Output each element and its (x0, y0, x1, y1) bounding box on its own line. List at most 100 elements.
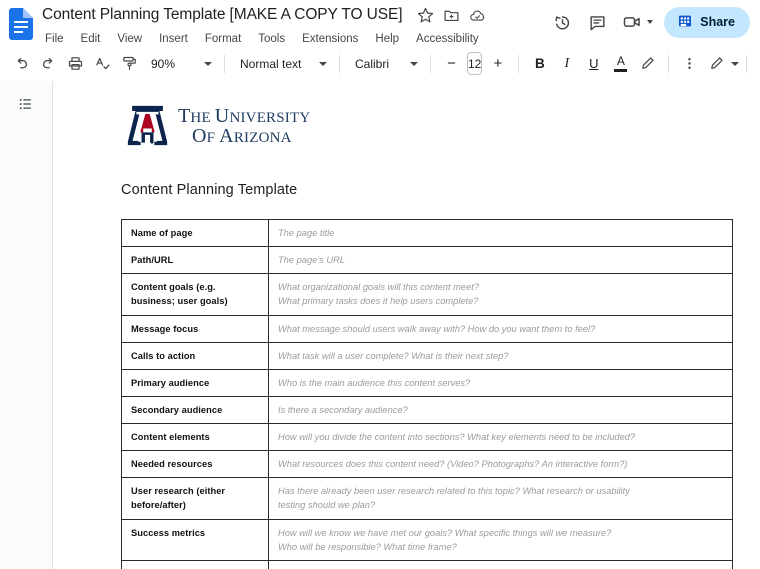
version-history-icon[interactable] (546, 6, 578, 38)
formatting-toolbar: 90% Normal text Calibri − 12 + B I U A (0, 46, 760, 81)
document-canvas[interactable]: THE UNIVERSITY OF ARIZONA Content Planni… (53, 81, 760, 569)
content-planning-table[interactable]: Name of page The page title Path/URL The… (121, 218, 733, 569)
row-value[interactable]: What task will a user complete? What is … (268, 341, 733, 370)
value-line: Who will be responsible? What time frame… (278, 541, 457, 552)
text-color-button[interactable]: A (607, 50, 634, 77)
row-label[interactable]: Content goals (e.g. business; user goals… (121, 273, 269, 316)
star-icon[interactable] (417, 7, 434, 24)
row-label[interactable]: Needed resources (121, 450, 269, 479)
row-value[interactable]: What resources does this content need? (… (268, 450, 733, 479)
italic-button[interactable]: I (553, 50, 580, 77)
menu-item-insert[interactable]: Insert (157, 32, 190, 46)
row-label[interactable]: User research (either before/after) (121, 477, 269, 520)
underline-button[interactable]: U (580, 50, 607, 77)
chevron-down-icon[interactable] (731, 61, 740, 66)
editing-mode-pen-icon[interactable] (703, 50, 730, 77)
menu-item-accessibility[interactable]: Accessibility (414, 32, 481, 46)
row-label[interactable]: Message focus (121, 314, 269, 343)
print-icon[interactable] (62, 50, 89, 77)
left-rail (0, 81, 53, 569)
cloud-saved-icon[interactable] (469, 7, 486, 24)
value-line: testing should we plan? (278, 500, 376, 511)
document-title[interactable]: Content Planning Template [MAKE A COPY T… (42, 6, 403, 24)
row-label[interactable]: Content elements (121, 422, 269, 452)
menu-item-tools[interactable]: Tools (256, 32, 287, 46)
table-row[interactable]: Relevant stakeholders Who else should we… (121, 559, 733, 569)
row-value[interactable]: How will we know we have met our goals? … (268, 518, 733, 561)
document-outline-icon[interactable] (11, 89, 41, 119)
bold-icon: B (534, 55, 545, 71)
chevron-down-icon (410, 61, 418, 66)
menu-item-extensions[interactable]: Extensions (300, 32, 360, 46)
logo-line1-rest: HE (190, 109, 215, 126)
meet-options-chevron-icon[interactable] (647, 20, 654, 24)
increase-font-size-button[interactable]: + (484, 50, 511, 77)
document-page[interactable]: THE UNIVERSITY OF ARIZONA Content Planni… (53, 81, 760, 569)
row-value[interactable]: Has there already been user research rel… (268, 477, 733, 520)
menu-item-view[interactable]: View (115, 32, 144, 46)
row-label[interactable]: Path/URL (121, 246, 269, 275)
paragraph-style-control[interactable]: Normal text (232, 50, 332, 77)
font-family-control[interactable]: Calibri (347, 50, 423, 77)
google-docs-icon[interactable] (8, 7, 34, 41)
row-label[interactable]: Success metrics (121, 518, 269, 561)
row-value[interactable]: Who is the main audience this content se… (268, 368, 733, 397)
menu-item-format[interactable]: Format (203, 32, 243, 46)
table-row[interactable]: Success metrics How will we know we have… (121, 518, 733, 561)
more-options-icon[interactable] (676, 50, 703, 77)
row-label[interactable]: Name of page (121, 218, 269, 248)
row-label[interactable]: Secondary audience (121, 395, 269, 425)
table-row[interactable]: User research (either before/after) Has … (121, 477, 733, 520)
table-row[interactable]: Message focus What message should users … (121, 314, 733, 343)
value-line: How will we know we have met our goals? … (278, 527, 612, 538)
title-action-icons (417, 7, 486, 24)
value-line: How will you divide the content into sec… (278, 432, 636, 442)
bold-button[interactable]: B (526, 50, 553, 77)
share-button[interactable]: Share (664, 6, 750, 38)
row-value[interactable]: How will you divide the content into sec… (268, 422, 733, 452)
table-row[interactable]: Content goals (e.g. business; user goals… (121, 273, 733, 316)
menu-item-edit[interactable]: Edit (79, 32, 103, 46)
row-value[interactable]: Who else should we consult for planning … (268, 559, 733, 569)
toolbar-divider (668, 54, 670, 73)
content-planning-table-wrapper: Name of page The page title Path/URL The… (121, 218, 760, 569)
row-value[interactable]: The page title (268, 218, 733, 248)
row-value[interactable]: What message should users walk away with… (268, 314, 733, 343)
table-row[interactable]: Content elements How will you divide the… (121, 422, 733, 452)
label-line: User research (131, 486, 194, 497)
row-label[interactable]: Primary audience (121, 368, 269, 397)
row-value[interactable]: The page’s URL (268, 246, 733, 275)
table-row[interactable]: Calls to action What task will a user co… (121, 341, 733, 370)
table-row[interactable]: Primary audience Who is the main audienc… (121, 368, 733, 397)
move-to-folder-icon[interactable] (443, 7, 460, 24)
table-row[interactable]: Name of page The page title (121, 218, 733, 248)
redo-icon[interactable] (35, 50, 62, 77)
zoom-control[interactable]: 90% (143, 50, 217, 77)
menu-item-file[interactable]: File (43, 32, 66, 46)
logo-line2-rest2: RIZONA (233, 129, 292, 146)
undo-icon[interactable] (8, 50, 35, 77)
spellcheck-icon[interactable] (89, 50, 116, 77)
row-label[interactable]: Calls to action (121, 341, 269, 370)
value-line: What primary tasks does it help users co… (278, 296, 479, 307)
university-of-arizona-logo: THE UNIVERSITY OF ARIZONA (126, 105, 760, 146)
row-value[interactable]: Is there a secondary audience? (268, 395, 733, 425)
logo-line2-rest: F (206, 129, 220, 146)
meet-camera-icon[interactable] (616, 6, 648, 38)
value-line: Is there a secondary audience? (278, 404, 408, 415)
row-value[interactable]: What organizational goals will this cont… (268, 273, 733, 316)
font-size-input[interactable]: 12 (467, 52, 483, 75)
table-row[interactable]: Secondary audience Is there a secondary … (121, 395, 733, 425)
collapse-toolbar-icon[interactable] (754, 50, 760, 77)
row-label[interactable]: Relevant stakeholders (121, 559, 269, 569)
menu-item-help[interactable]: Help (373, 32, 401, 46)
highlight-pen-icon[interactable] (634, 50, 661, 77)
decrease-font-size-button[interactable]: − (438, 50, 465, 77)
value-line: Who is the main audience this content se… (278, 377, 471, 388)
page-title[interactable]: Content Planning Template (121, 182, 760, 198)
toolbar-right-group (703, 50, 760, 77)
table-row[interactable]: Needed resources What resources does thi… (121, 450, 733, 479)
comment-history-icon[interactable] (581, 6, 613, 38)
table-row[interactable]: Path/URL The page’s URL (121, 246, 733, 275)
paint-format-icon[interactable] (116, 50, 143, 77)
